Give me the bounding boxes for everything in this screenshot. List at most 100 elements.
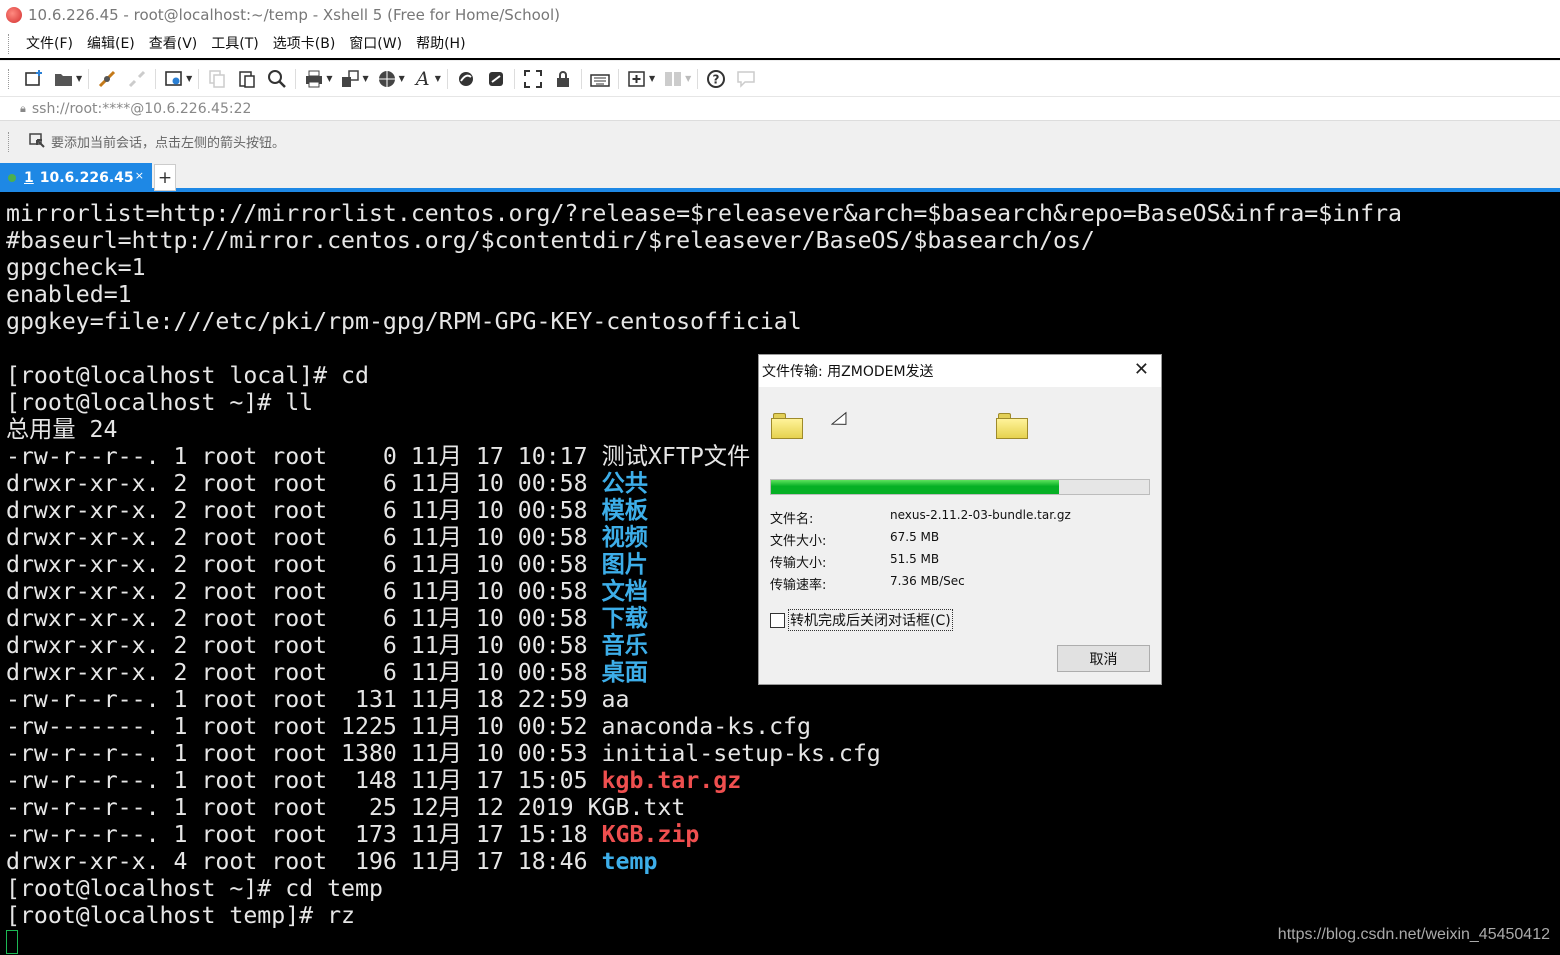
terminal-line: drwxr-xr-x. 2 root root 6 11月 10 00:58 桌… xyxy=(6,659,648,686)
open-dropdown-icon[interactable]: ▼ xyxy=(76,74,82,83)
file-name-label: 文件名: xyxy=(770,512,814,527)
terminal-segment: enabled=1 xyxy=(6,281,132,308)
terminal-segment: #baseurl=http://mirror.centos.org/$conte… xyxy=(6,227,1095,254)
toolbar-separator xyxy=(580,68,582,89)
help-icon[interactable]: ? xyxy=(705,68,727,90)
fullscreen-icon[interactable] xyxy=(522,68,544,90)
print-dropdown-icon[interactable]: ▼ xyxy=(326,74,332,83)
terminal-segment: mirrorlist=http://mirrorlist.centos.org/… xyxy=(6,200,1403,227)
chat-icon[interactable] xyxy=(735,68,757,90)
connect-icon[interactable] xyxy=(96,68,118,90)
tab-close-icon[interactable]: × xyxy=(135,169,144,182)
layout-dropdown-icon[interactable]: ▼ xyxy=(685,74,691,83)
font-icon[interactable]: A xyxy=(412,68,434,90)
terminal-line: -rw-r--r--. 1 root root 1380 11月 10 00:5… xyxy=(6,740,881,767)
paste-icon[interactable] xyxy=(236,68,258,90)
terminal-segment: 音乐 xyxy=(601,632,648,659)
print-icon[interactable] xyxy=(303,68,325,90)
terminal-line: gpgcheck=1 xyxy=(6,254,146,281)
keyboard-icon[interactable] xyxy=(589,68,611,90)
title-bar: 10.6.226.45 - root@localhost:~/temp - Xs… xyxy=(0,0,1560,30)
file-size-label: 文件大小: xyxy=(770,534,827,549)
dialog-close-icon[interactable]: ✕ xyxy=(1134,359,1149,380)
terminal-line: -rw-r--r--. 1 root root 0 11月 17 10:17 测… xyxy=(6,443,750,470)
add-tab-button[interactable]: + xyxy=(154,164,176,191)
flying-paper-icon xyxy=(828,410,853,435)
menu-help[interactable]: 帮助(H) xyxy=(409,30,472,58)
open-folder-icon[interactable] xyxy=(53,68,75,90)
transferred-size-label: 传输大小: xyxy=(770,556,827,571)
terminal-cursor xyxy=(6,930,18,954)
find-icon[interactable] xyxy=(266,68,288,90)
terminal-segment: -rw-r--r--. 1 root root 148 11月 17 15:05 xyxy=(6,767,602,794)
menu-window[interactable]: 窗口(W) xyxy=(342,30,409,58)
terminal-line: [root@localhost ~]# ll xyxy=(6,389,313,416)
terminal-segment: -rw-r--r--. 1 root root 131 11月 18 22:59… xyxy=(6,686,630,713)
file-size-value: 67.5 MB xyxy=(890,530,940,544)
terminal-line: -rw-r--r--. 1 root root 25 12月 12 2019 K… xyxy=(6,794,685,821)
cancel-button[interactable]: 取消 xyxy=(1057,645,1150,672)
address-bar[interactable]: 🔒︎ ssh://root:****@10.6.226.45:22 xyxy=(0,96,1560,120)
globe-dropdown-icon[interactable]: ▼ xyxy=(399,74,405,83)
menu-edit[interactable]: 编辑(E) xyxy=(80,30,142,58)
properties-icon[interactable] xyxy=(163,68,185,90)
dialog-title-bar: 文件传输: 用ZMODEM发送 ✕ xyxy=(759,355,1161,387)
terminal-segment: 文档 xyxy=(601,578,648,605)
terminal-line: mirrorlist=http://mirrorlist.centos.org/… xyxy=(6,200,1402,227)
disconnect-icon[interactable] xyxy=(126,68,148,90)
xftp-icon[interactable] xyxy=(455,68,477,90)
hint-text: 要添加当前会话，点击左侧的箭头按钮。 xyxy=(51,136,286,151)
terminal-line: gpgkey=file:///etc/pki/rpm-gpg/RPM-GPG-K… xyxy=(6,308,802,335)
terminal-segment: -rw-r--r--. 1 root root 1380 11月 10 00:5… xyxy=(6,740,881,767)
source-folder-icon xyxy=(771,413,803,439)
terminal-segment: temp xyxy=(601,848,658,875)
add-session-arrow-icon[interactable] xyxy=(29,132,45,152)
terminal-segment: drwxr-xr-x. 2 root root 6 11月 10 00:58 xyxy=(6,497,602,524)
terminal-line: drwxr-xr-x. 2 root root 6 11月 10 00:58 视… xyxy=(6,524,648,551)
transfer-icon[interactable] xyxy=(339,68,361,90)
properties-dropdown-icon[interactable]: ▼ xyxy=(186,74,192,83)
layout-icon[interactable] xyxy=(662,68,684,90)
terminal-line: -rw-r--r--. 1 root root 148 11月 17 15:05… xyxy=(6,767,741,794)
terminal-segment: drwxr-xr-x. 2 root root 6 11月 10 00:58 xyxy=(6,524,602,551)
terminal-line: -rw-------. 1 root root 1225 11月 10 00:5… xyxy=(6,713,811,740)
terminal-line: enabled=1 xyxy=(6,281,132,308)
menu-bar: 文件(F) 编辑(E) 查看(V) 工具(T) 选项卡(B) 窗口(W) 帮助(… xyxy=(0,30,1560,58)
terminal-line: drwxr-xr-x. 2 root root 6 11月 10 00:58 文… xyxy=(6,578,648,605)
globe-icon[interactable] xyxy=(376,68,398,90)
close-on-complete-checkbox[interactable]: 转机完成后关闭对话框(C) xyxy=(770,609,953,631)
new-tab-dropdown-icon[interactable]: ▼ xyxy=(649,74,655,83)
terminal-line: -rw-r--r--. 1 root root 173 11月 17 15:18… xyxy=(6,821,699,848)
address-text[interactable]: ssh://root:****@10.6.226.45:22 xyxy=(32,101,252,117)
terminal-segment: [root@localhost local]# cd xyxy=(6,362,369,389)
terminal-segment: -rw-r--r--. 1 root root 173 11月 17 15:18 xyxy=(6,821,602,848)
new-session-icon[interactable] xyxy=(23,68,45,90)
terminal-segment: -rw-r--r--. 1 root root 0 11月 17 10:17 xyxy=(6,443,602,470)
hint-grip xyxy=(8,131,11,152)
terminal-line: [root@localhost temp]# rz xyxy=(6,902,355,929)
new-tab-icon[interactable] xyxy=(626,68,648,90)
checkbox-box[interactable] xyxy=(770,612,785,628)
terminal-segment: [root@localhost ~]# ll xyxy=(6,389,314,416)
xagent-icon[interactable] xyxy=(485,68,507,90)
checkbox-label[interactable]: 转机完成后关闭对话框(C) xyxy=(788,609,953,631)
session-tab[interactable]: 1 10.6.226.45 × xyxy=(0,163,152,192)
terminal-segment: 视频 xyxy=(601,524,648,551)
menu-tools[interactable]: 工具(T) xyxy=(204,30,265,58)
menu-tabs[interactable]: 选项卡(B) xyxy=(266,30,343,58)
toolbar-separator xyxy=(617,68,619,89)
font-dropdown-icon[interactable]: ▼ xyxy=(435,74,441,83)
terminal-line: [root@localhost local]# cd xyxy=(6,362,369,389)
lock-icon[interactable] xyxy=(552,68,574,90)
terminal-segment: 模板 xyxy=(601,497,648,524)
terminal-segment: -rw-------. 1 root root 1225 11月 10 00:5… xyxy=(6,713,811,740)
copy-icon[interactable] xyxy=(206,68,228,90)
menu-view[interactable]: 查看(V) xyxy=(142,30,205,58)
terminal-line: drwxr-xr-x. 4 root root 196 11月 17 18:46… xyxy=(6,848,657,875)
toolbar-separator xyxy=(155,68,157,89)
menu-file[interactable]: 文件(F) xyxy=(19,30,80,58)
transfer-dropdown-icon[interactable]: ▼ xyxy=(362,74,368,83)
file-name-row: 文件名: nexus-2.11.2-03-bundle.tar.gz xyxy=(770,508,1071,527)
file-size-row: 文件大小: 67.5 MB xyxy=(770,530,939,549)
toolbar-separator xyxy=(295,68,297,89)
